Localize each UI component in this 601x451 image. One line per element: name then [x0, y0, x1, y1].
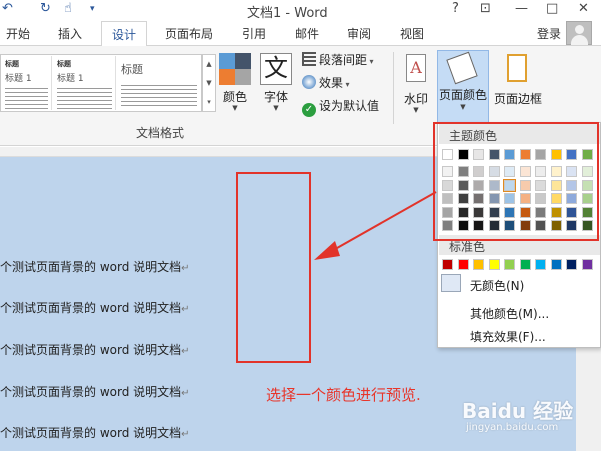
color-swatch[interactable] — [566, 259, 577, 270]
color-swatch[interactable] — [442, 259, 453, 270]
no-color-item[interactable]: 无颜色(N) — [470, 277, 524, 294]
baidu-watermark-url: jingyan.baidu.com — [466, 422, 559, 433]
color-swatch[interactable] — [519, 259, 531, 270]
color-swatch[interactable] — [535, 259, 546, 270]
more-colors-item[interactable]: 其他颜色(M)... — [470, 305, 549, 322]
baidu-watermark: Baidu 经验 — [462, 399, 574, 423]
no-color-icon — [441, 274, 461, 292]
color-swatch[interactable] — [504, 259, 515, 270]
color-swatch[interactable] — [550, 259, 562, 270]
color-swatch[interactable] — [457, 259, 469, 270]
color-swatch[interactable] — [488, 259, 500, 270]
arrow-line — [329, 191, 437, 253]
color-swatch[interactable] — [581, 259, 593, 270]
color-swatch[interactable] — [473, 259, 484, 270]
arrow-head — [314, 241, 340, 260]
annotation-rectangle — [433, 122, 599, 241]
fill-effects-item[interactable]: 填充效果(F)... — [470, 328, 546, 345]
